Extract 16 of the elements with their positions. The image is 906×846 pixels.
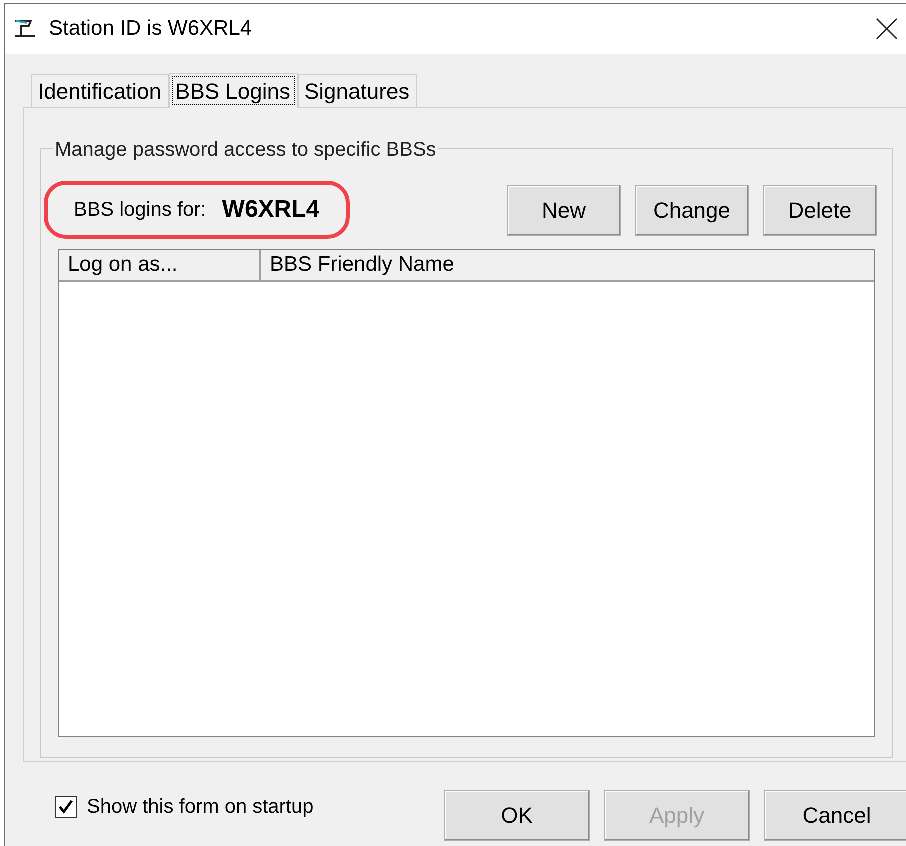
tab[interactable]: BBS Logins: [168, 73, 298, 108]
tab[interactable]: Identification: [31, 74, 169, 107]
station-id: W6XRL4: [222, 195, 320, 225]
checkbox-label: Show this form on startup: [87, 795, 314, 820]
tab[interactable]: Signatures: [298, 74, 417, 107]
logins-label: BBS logins for:: [74, 198, 206, 223]
checkbox[interactable]: [55, 796, 77, 818]
action-button[interactable]: Delete: [763, 184, 877, 236]
action-button[interactable]: Change: [635, 184, 749, 236]
action-button[interactable]: New: [507, 184, 621, 236]
dialog-button[interactable]: Cancel: [764, 790, 906, 841]
dialog-button[interactable]: OK: [444, 790, 590, 841]
column-header[interactable]: Log on as...: [59, 250, 261, 280]
window-title: Station ID is W6XRL4: [49, 16, 252, 42]
column-header[interactable]: BBS Friendly Name: [261, 250, 874, 280]
close-icon[interactable]: [876, 18, 898, 40]
